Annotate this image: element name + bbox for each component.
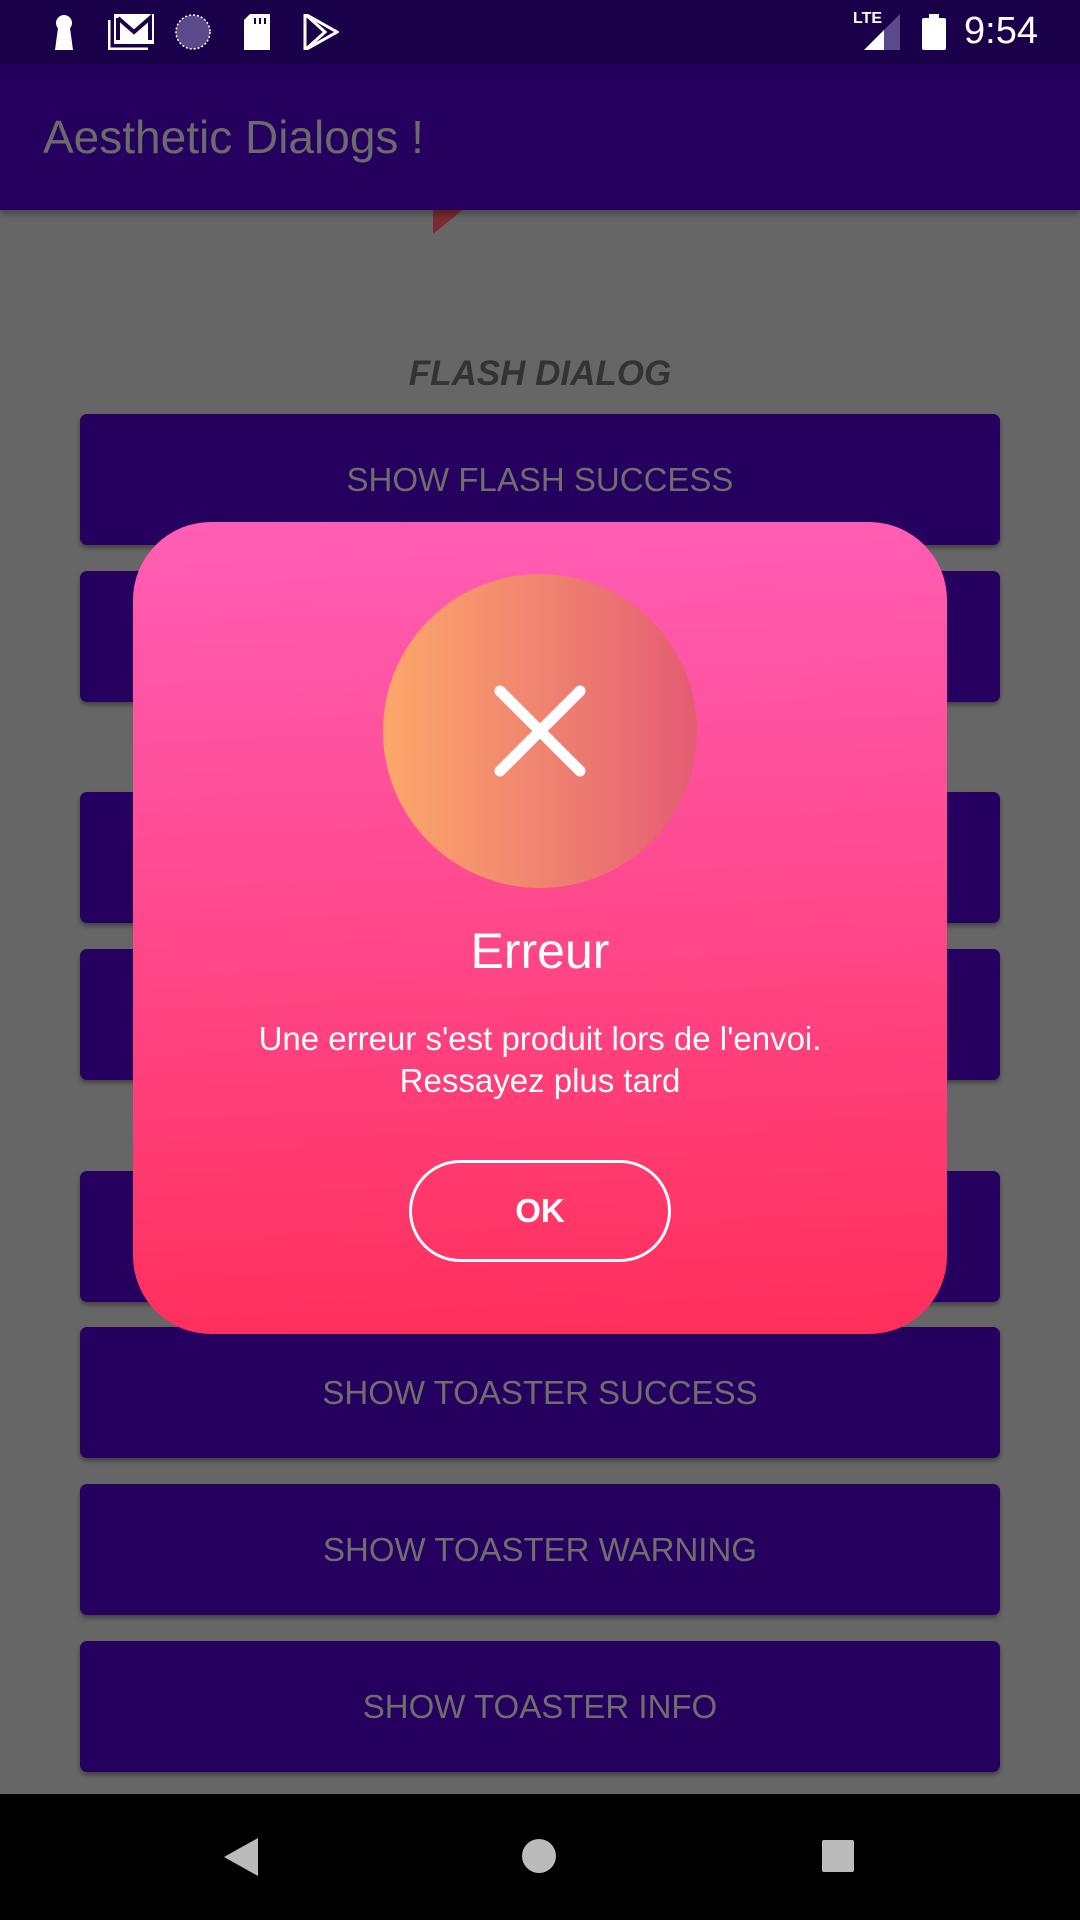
battery-icon xyxy=(922,14,946,50)
sd-card-icon xyxy=(244,14,270,50)
error-dialog: Erreur Une erreur s'est produit lors de … xyxy=(133,522,947,1334)
keyhole-icon xyxy=(55,15,73,50)
sync-icon xyxy=(175,14,211,50)
ok-button[interactable]: OK xyxy=(409,1160,671,1262)
dialog-title: Erreur xyxy=(470,923,610,979)
lte-signal-icon xyxy=(864,14,900,50)
show-toaster-warning-button[interactable]: SHOW TOASTER WARNING xyxy=(80,1484,1000,1615)
dialog-message: Une erreur s'est produit lors de l'envoi… xyxy=(133,1018,947,1102)
dialog-message-line-2: Ressayez plus tard xyxy=(399,1062,681,1099)
recents-icon[interactable] xyxy=(822,1840,854,1872)
app-title: Aesthetic Dialogs ! xyxy=(43,111,424,163)
home-icon[interactable] xyxy=(521,1838,557,1874)
close-x-icon xyxy=(494,685,586,777)
dialog-message-line-1: Une erreur s'est produit lors de l'envoi… xyxy=(258,1020,822,1057)
show-toaster-info-button[interactable]: SHOW TOASTER INFO xyxy=(80,1641,1000,1772)
status-bar: LTE 9:54 xyxy=(0,0,1080,64)
app-bar: Aesthetic Dialogs ! xyxy=(0,64,1080,210)
gmail-icon xyxy=(108,14,154,50)
section-title: FLASH DIALOG xyxy=(408,354,672,393)
clock: 9:54 xyxy=(964,10,1038,52)
back-icon[interactable] xyxy=(224,1838,258,1876)
play-store-icon xyxy=(303,14,339,50)
error-icon-circle xyxy=(383,574,697,888)
navigation-bar xyxy=(0,1794,1080,1920)
logo-fragment xyxy=(433,208,465,234)
show-toaster-success-button[interactable]: SHOW TOASTER SUCCESS xyxy=(80,1327,1000,1458)
